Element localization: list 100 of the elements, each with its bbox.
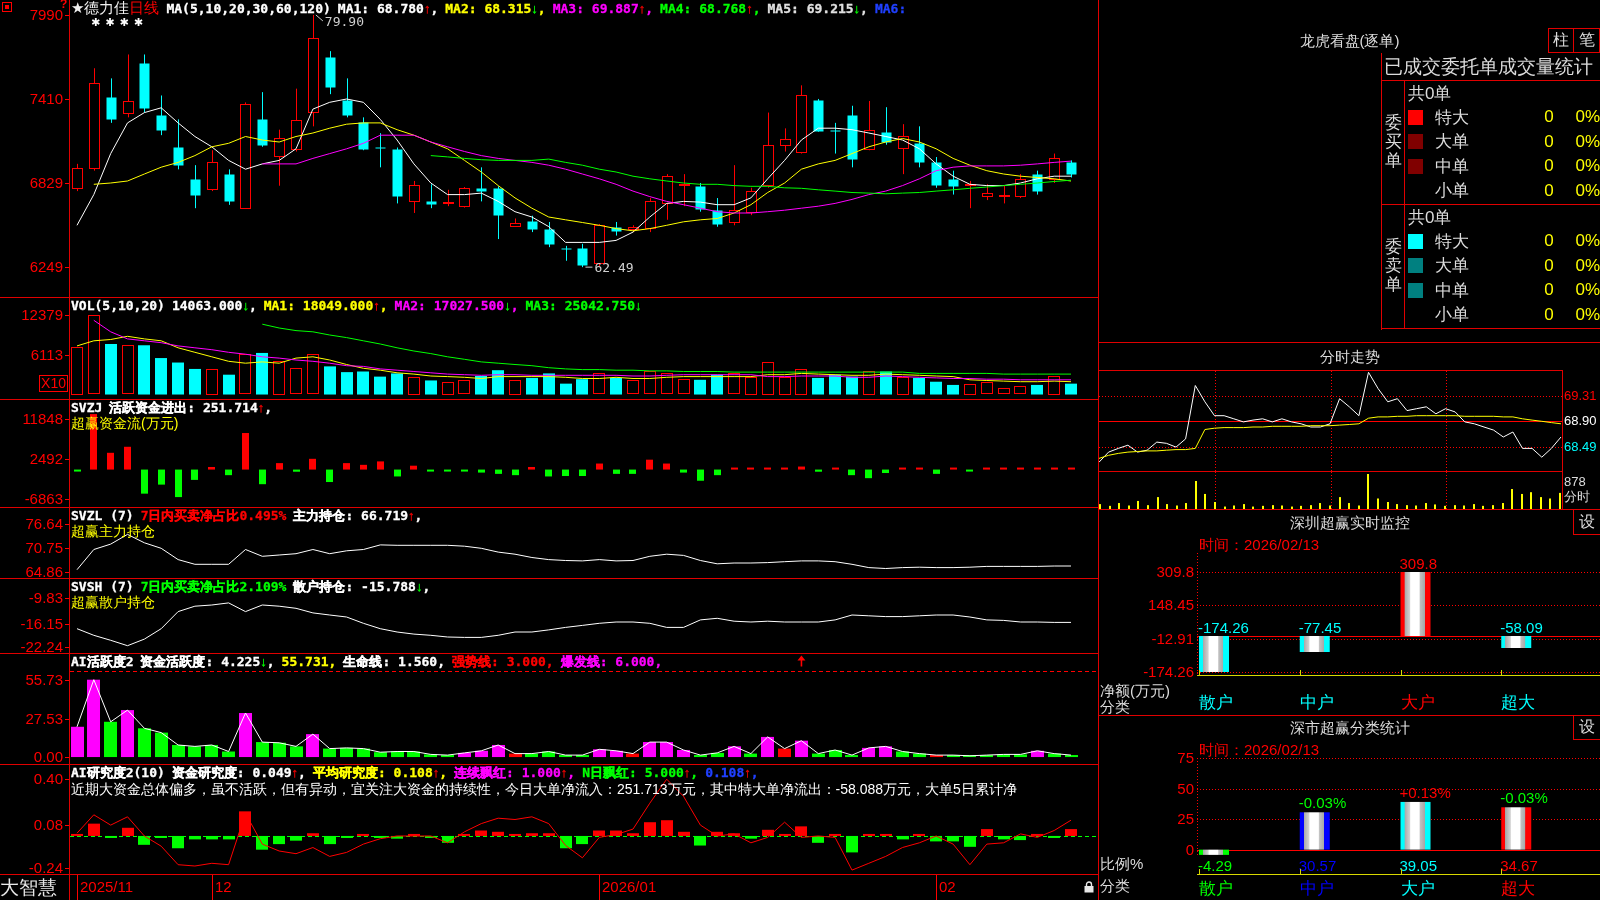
order-count: 0 <box>1544 131 1554 152</box>
indicator-caption: 超赢主力持仓 <box>71 523 155 539</box>
axis-label: 7990 <box>29 7 69 22</box>
axis-label: 7410 <box>29 91 69 106</box>
axis-label: 6829 <box>29 176 69 191</box>
indicator-readout: AI活跃度2 <box>71 654 134 669</box>
order-count: 0 <box>1544 231 1554 252</box>
indicator-readout: 14063.000↓, <box>171 298 257 313</box>
value-label: -174.26 <box>1198 619 1249 636</box>
order-count: 0 <box>1544 180 1554 201</box>
axis-label: 70.75 <box>25 541 69 556</box>
order-share: 0% <box>1575 107 1600 128</box>
indicator-readout: 强势线: 3.000, <box>452 654 554 669</box>
indicator-readout: 主力持仓: 66.719↑, <box>293 508 423 523</box>
indicator-readout: 0.108↑, <box>705 765 759 780</box>
indicator-readout: MA4: 68.768↑, <box>660 1 761 16</box>
value-label: 309.8 <box>1399 555 1438 572</box>
axis-label: 0.08 <box>33 817 69 832</box>
order-count: 0 <box>1544 280 1554 301</box>
axis-label: 12379 <box>21 308 69 323</box>
axis-label: 55.73 <box>25 672 69 687</box>
axis-title: 分时 <box>1564 489 1590 504</box>
axis-label: 27.53 <box>25 711 69 726</box>
axis-label: 64.86 <box>25 565 69 579</box>
indicator-caption: 超赢资金流(万元) <box>71 415 179 431</box>
indicator-readout: 55.731, <box>281 654 337 669</box>
axis-label: 309.8 <box>1156 564 1194 580</box>
order-share: 0% <box>1575 304 1600 325</box>
order-type: 特大 <box>1435 106 1469 129</box>
indicator-readout: SVZL (7) <box>71 508 134 523</box>
indicator-readout: AI研究度2(10) <box>71 765 165 780</box>
order-share: 0% <box>1575 156 1600 177</box>
date-label: 2025/11 <box>77 875 134 900</box>
date-label: 02 <box>936 875 956 900</box>
axis-label: 6249 <box>29 260 69 275</box>
volume-peak-label: 878 <box>1564 474 1586 489</box>
panel-title: 分时走势 <box>1319 347 1380 366</box>
indicator-readout: 散户持仓: -15.788↓, <box>293 579 431 594</box>
side-label: 委卖单 <box>1384 238 1402 295</box>
star-marks: ✱ ✱ ✱ ✱ <box>91 16 145 29</box>
panel-title: 深圳超赢实时监控 <box>1289 513 1410 532</box>
order-count: 0 <box>1544 304 1554 325</box>
order-total: 共0单 <box>1408 83 1452 105</box>
order-share: 0% <box>1575 180 1600 201</box>
stats-title: 已成交委托单成交量统计 <box>1384 55 1593 78</box>
indicator-readout: MA3: 69.887↑, <box>552 1 654 16</box>
side-label: 委买单 <box>1384 114 1402 171</box>
indicator-readout: MA1: 68.780↑, <box>337 1 439 16</box>
panel-title: 龙虎看盘(逐单) <box>1299 31 1400 50</box>
indicator-readout: MA(5,10,20,30,60,120) <box>166 1 331 16</box>
order-type: 特大 <box>1435 230 1469 253</box>
indicator-readout: 爆发线: 6.000, <box>560 654 663 669</box>
axis-label: -0.24 <box>28 861 69 875</box>
order-type: 大单 <box>1435 131 1469 154</box>
indicator-readout: VOL(5,10,20) <box>71 298 165 313</box>
brand-name: 大智慧 <box>0 876 57 899</box>
order-type: 小单 <box>1435 304 1469 327</box>
axis-label: 76.64 <box>25 516 69 531</box>
order-share: 0% <box>1575 131 1600 152</box>
time-label: 时间：2026/02/13 <box>1199 535 1320 553</box>
indicator-readout: 连续飘红: 1.000↑, <box>454 765 576 780</box>
indicator-readout: N日飘红: 5.000↑, <box>582 765 699 780</box>
order-type: 大单 <box>1435 255 1469 278</box>
indicator-caption: 超赢散户持仓 <box>71 594 155 610</box>
indicator-readout: MA2: 17027.500↓, <box>394 298 519 313</box>
indicator-readout: 活跃资金进出: 251.714↑, <box>109 400 273 415</box>
axis-label: -12.91 <box>1151 630 1194 647</box>
indicator-readout: 7日内买卖净占比0.495% <box>140 508 287 523</box>
axis-label: -22.24 <box>20 640 69 654</box>
panel-title: 深市超赢分类统计 <box>1289 719 1410 737</box>
order-count: 0 <box>1544 156 1554 177</box>
indicator-readout: MA5: 69.215↓, <box>767 1 868 16</box>
order-type: 中单 <box>1435 279 1469 302</box>
order-count: 0 <box>1544 107 1554 128</box>
order-total: 共0单 <box>1408 207 1452 229</box>
order-count: 0 <box>1544 255 1554 276</box>
axis-label: 2492 <box>29 451 69 466</box>
indicator-readout: MA6: <box>874 1 907 16</box>
value-label: -58.09 <box>1500 619 1543 636</box>
indicator-readout: SVZJ <box>71 400 103 415</box>
indicator-readout: 资金研究度: 0.049↑, <box>171 765 306 780</box>
axis-label: 11848 <box>22 411 69 426</box>
axis-label: -9.83 <box>28 591 69 606</box>
time-label: 时间：2026/02/13 <box>1199 740 1320 758</box>
indicator-readout: MA3: 25042.750↓ <box>525 298 642 313</box>
indicator-readout: 生命线: 1.560, <box>343 654 446 669</box>
axis-label: 75 <box>1177 750 1194 766</box>
indicator-readout: SVSH (7) <box>71 579 134 594</box>
axis-label: -16.15 <box>20 617 69 632</box>
indicator-readout: 平均研究度: 0.108↑, <box>312 765 448 780</box>
axis-label: 6113 <box>30 348 69 363</box>
axis-label: 148.45 <box>1148 597 1194 614</box>
indicator-readout: 7日内买卖净占比2.109% <box>140 579 287 594</box>
axis-label: -174.26 <box>1143 664 1194 680</box>
order-type: 中单 <box>1435 155 1469 178</box>
order-share: 0% <box>1575 280 1600 301</box>
indicator-readout: 资金活跃度: 4.225↓, <box>140 654 275 669</box>
order-share: 0% <box>1575 255 1600 276</box>
date-label: 2026/01 <box>599 875 657 900</box>
indicator-readout: MA1: 18049.000↑, <box>263 298 388 313</box>
